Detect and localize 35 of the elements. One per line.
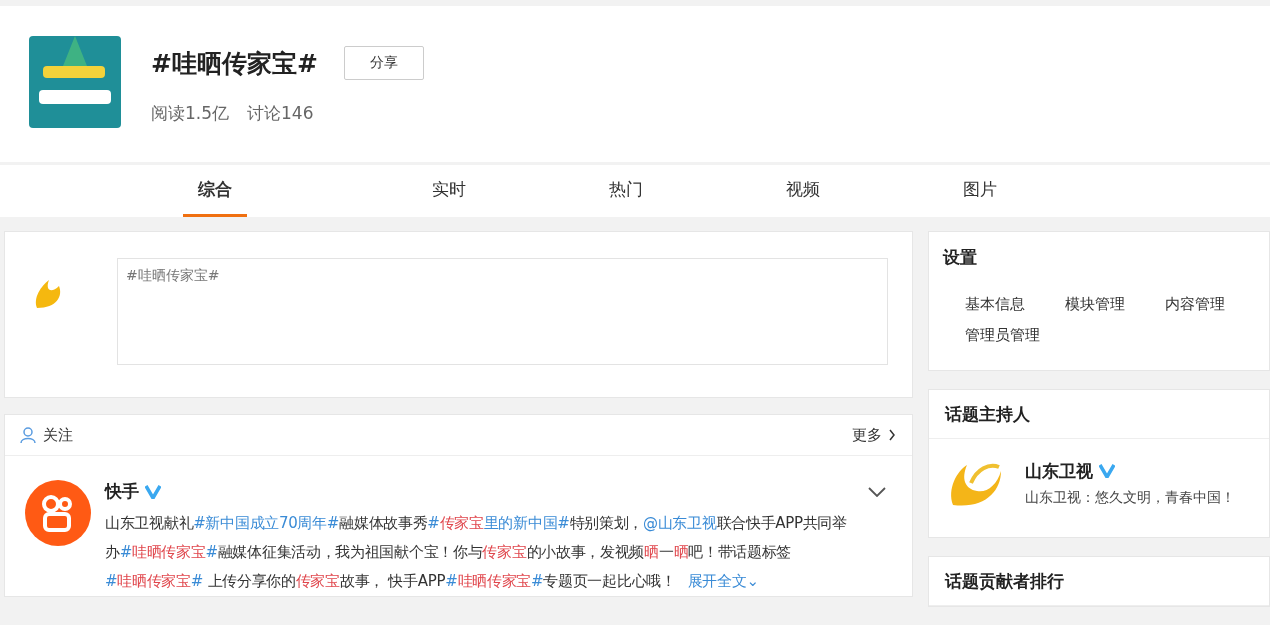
camera-logo-icon [25,480,91,546]
hashtag-link[interactable]: #新中国成立70周年# [193,514,340,532]
expand-link[interactable]: 展开全文⌄ [687,572,759,590]
topic-logo-icon [29,36,121,128]
share-button[interactable]: 分享 [343,46,424,80]
host-slogan: 山东卫视：悠久文明，青春中国！ [1025,488,1235,507]
host-name[interactable]: 山东卫视 [1025,459,1093,483]
dropdown-chevron-icon[interactable] [868,486,886,497]
tab[interactable]: 图片 [891,165,1068,217]
feed-header-title: 关注 [43,425,73,445]
post-author[interactable]: 快手 [105,480,139,503]
hashtag-link[interactable]: @山东卫视 [643,514,717,532]
more-link[interactable]: 更多 [852,425,896,445]
topic-stat: 讨论146 [247,102,314,125]
settings-link[interactable]: 内容管理 [1165,295,1225,314]
tab[interactable]: 视频 [714,165,891,217]
chevron-right-icon [888,429,896,441]
tab[interactable]: 热门 [537,165,714,217]
hashtag-link[interactable]: #哇晒传家宝# [119,543,218,561]
settings-title: 设置 [943,246,978,269]
post-input-field[interactable]: #哇晒传家宝# [117,258,888,365]
tab[interactable]: 实时 [360,165,537,217]
topic-stat: 阅读1.5亿 [151,102,230,125]
post-text: 山东卫视献礼#新中国成立70周年#融媒体故事秀#传家宝里的新中国#特别策划，@山东卫视联合快手APP共同举办#哇晒传家宝#融媒体征集活动，我为祖国献个宝！你与传家宝的小故事，发视频晒一晒吧！带话题标签 #哇晒传家宝# 上传分享你的传家宝故事， 快手APP#哇晒传家宝#专题页一起比心哦！ 展开全文⌄ [105,513,848,592]
tab[interactable]: 综合 [183,165,247,217]
hashtag-link[interactable]: #传家宝里的新中国# [427,514,570,532]
host-title: 话题主持人 [929,390,1269,439]
hashtag-link[interactable]: #哇晒传家宝# [445,572,544,590]
settings-link[interactable]: 基本信息 [965,295,1025,314]
settings-link[interactable]: 模块管理 [1065,295,1125,314]
topic-title: #哇晒传家宝# [151,47,318,80]
hashtag-link[interactable]: #哇晒传家宝# [105,572,204,590]
settings-link[interactable]: 管理员管理 [965,326,1040,345]
contributors-title: 话题贡献者排行 [929,557,1269,606]
person-icon [19,426,37,444]
